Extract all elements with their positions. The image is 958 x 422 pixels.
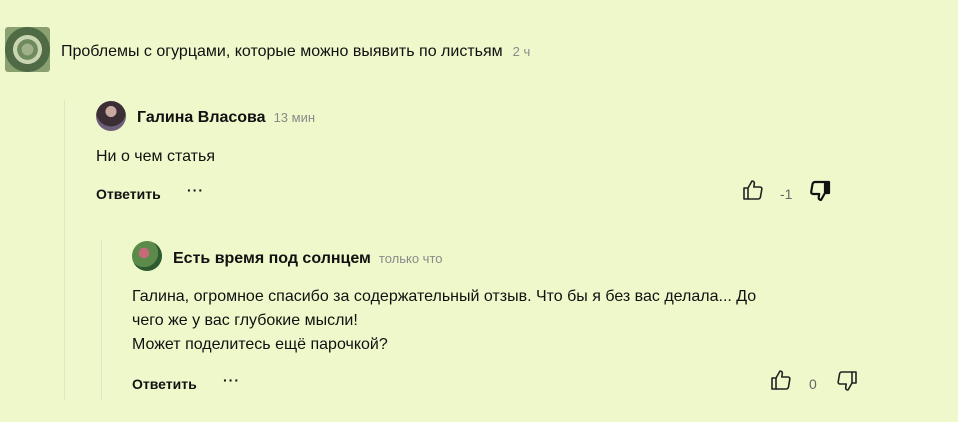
comment-text-line: Галина, огромное спасибо за содержательн…: [132, 288, 757, 305]
thumbs-down-icon[interactable]: [835, 369, 859, 393]
comment-author[interactable]: Галина Власова: [137, 109, 266, 126]
comment-author-row: Галина Власова 13 мин: [137, 109, 315, 127]
article-title[interactable]: Проблемы с огурцами, которые можно выяви…: [61, 43, 503, 60]
thumbs-up-icon[interactable]: [741, 178, 765, 202]
avatar[interactable]: [96, 101, 126, 131]
comment-text: Ни о чем статья: [96, 145, 215, 169]
comment-text: Галина, огромное спасибо за содержательн…: [132, 285, 852, 357]
reply-button[interactable]: Ответить: [96, 186, 161, 202]
comment-text-line: Может поделитесь ещё парочкой?: [132, 336, 388, 353]
article-title-row[interactable]: Проблемы с огурцами, которые можно выяви…: [61, 43, 530, 61]
article-thumbnail[interactable]: [5, 27, 50, 72]
comment-author-row: Есть время под солнцем только что: [173, 250, 443, 268]
thread-line: [64, 100, 65, 400]
comment-author[interactable]: Есть время под солнцем: [173, 250, 371, 267]
more-options-button[interactable]: ···: [223, 372, 240, 388]
comment-time: только что: [378, 251, 443, 266]
thumbs-down-icon[interactable]: [808, 179, 832, 203]
reply-button[interactable]: Ответить: [132, 376, 197, 392]
comment-time: 13 мин: [273, 110, 316, 125]
comment-text-line: чего же у вас глубокие мысли!: [132, 312, 358, 329]
thumbs-up-icon[interactable]: [769, 368, 793, 392]
avatar[interactable]: [132, 241, 162, 271]
comment-score: 0: [809, 376, 817, 392]
article-time: 2 ч: [512, 44, 531, 59]
thread-line-nested: [101, 240, 102, 400]
comment-score: -1: [780, 186, 793, 202]
more-options-button[interactable]: ···: [187, 182, 204, 198]
comment-text-line: Ни о чем статья: [96, 148, 215, 165]
